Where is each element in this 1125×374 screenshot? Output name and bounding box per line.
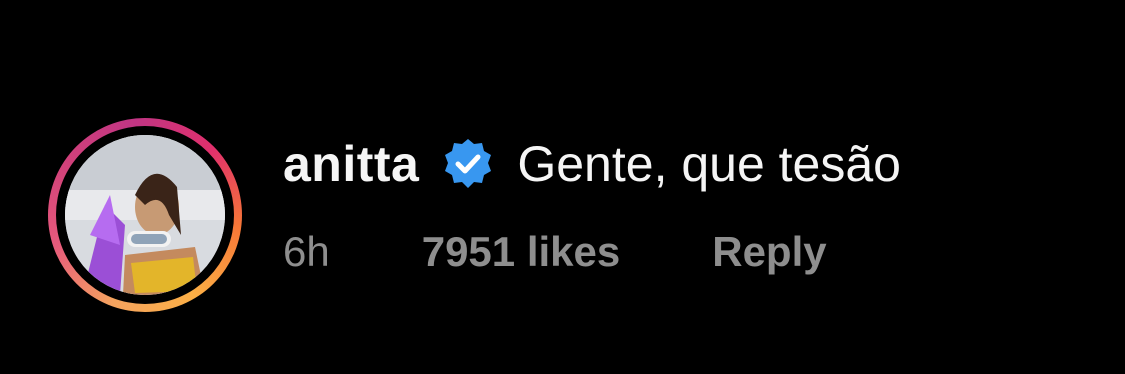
reply-button[interactable]: Reply <box>712 228 826 276</box>
avatar-frame <box>56 126 234 304</box>
username-link[interactable]: anitta <box>283 135 419 193</box>
comment-text: Gente, que tesão <box>517 136 901 192</box>
avatar-photo <box>65 135 225 295</box>
comment-row: anitta Gente, que tesão 6h 7951 likes Re… <box>0 0 1125 374</box>
story-ring[interactable] <box>48 118 242 312</box>
verified-badge-icon <box>441 137 495 191</box>
comment-meta: 6h 7951 likes Reply <box>283 222 901 282</box>
timestamp: 6h <box>283 228 330 275</box>
comment-line: anitta Gente, que tesão <box>283 128 901 200</box>
comment-body: anitta Gente, que tesão 6h 7951 likes Re… <box>283 128 901 282</box>
avatar[interactable] <box>65 135 225 295</box>
likes-count[interactable]: 7951 likes <box>422 228 621 276</box>
